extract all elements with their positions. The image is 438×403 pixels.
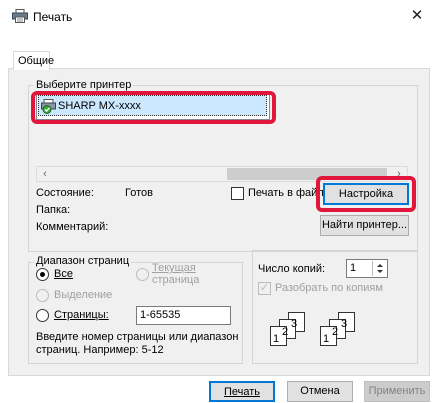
- settings-highlight-box: [316, 176, 416, 212]
- comment-label: Комментарий:: [36, 221, 109, 233]
- print-to-file-checkbox[interactable]: [231, 187, 244, 200]
- printer-highlight-box: [31, 91, 276, 124]
- collate-page-1b: 1: [323, 333, 329, 345]
- print-button[interactable]: Печать: [209, 381, 275, 402]
- collate-checkbox[interactable]: ✓: [258, 282, 271, 295]
- current-page-label-line2: страница: [152, 274, 200, 286]
- collate-page-2b: 2: [332, 326, 338, 338]
- apply-button[interactable]: Применить: [364, 381, 430, 402]
- collate-page-1a: 1: [273, 333, 279, 345]
- cancel-button[interactable]: Отмена: [287, 381, 353, 402]
- copies-spinner[interactable]: [372, 261, 386, 276]
- window-title: Печать: [33, 10, 73, 24]
- find-printer-button[interactable]: Найти принтер...: [320, 215, 409, 236]
- all-pages-label[interactable]: Все: [54, 268, 73, 281]
- page-range-group-label: Диапазон страниц: [34, 255, 132, 268]
- selection-radio[interactable]: [36, 289, 49, 302]
- tab-general[interactable]: Общие: [13, 51, 54, 70]
- all-pages-radio[interactable]: [36, 268, 49, 281]
- page-range-hint-line2: страниц. Например: 5-12: [36, 344, 164, 356]
- folder-label: Папка:: [36, 204, 71, 216]
- close-button[interactable]: ✕: [406, 7, 428, 25]
- title-bar: Печать ✕: [0, 0, 438, 32]
- collate-page-2a: 2: [282, 326, 288, 338]
- current-page-radio[interactable]: [136, 268, 149, 281]
- status-value: Готов: [125, 187, 153, 199]
- collate-page-3a: 3: [291, 318, 297, 330]
- collate-label: Разобрать по копиям: [275, 282, 383, 294]
- collate-illustration-icon: 1 2 3 1 2 3: [270, 312, 355, 346]
- copies-count-label: Число копий:: [258, 263, 326, 275]
- scroll-left-arrow[interactable]: ‹: [37, 167, 53, 181]
- selection-label: Выделение: [54, 289, 113, 301]
- pages-label[interactable]: Страницы:: [54, 309, 109, 322]
- spinner-arrows-icon: [377, 264, 383, 273]
- page-range-hint-line1: Введите номер страницы или диапазон: [36, 331, 239, 343]
- pages-input[interactable]: 1-65535: [136, 306, 231, 325]
- print-to-file-label[interactable]: Печать в файл: [248, 187, 324, 200]
- pages-radio[interactable]: [36, 309, 49, 322]
- print-button-label: Печать: [223, 386, 261, 398]
- tab-general-label: Общие: [18, 55, 55, 67]
- collate-page-3b: 3: [341, 318, 347, 330]
- printer-icon: [12, 9, 28, 23]
- status-label: Состояние:: [36, 187, 94, 199]
